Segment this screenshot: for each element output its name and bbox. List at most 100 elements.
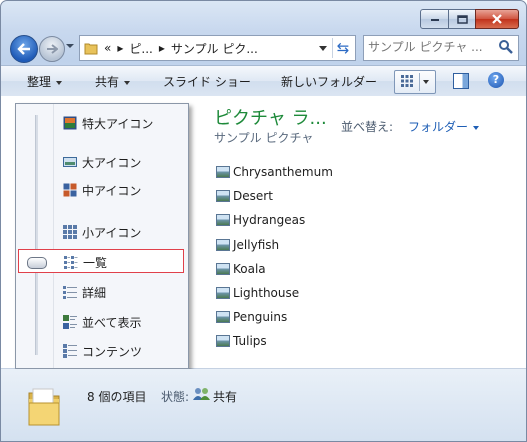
image-file-icon [216,166,230,179]
large-icons-icon [63,157,77,167]
view-grid-icon [401,75,413,87]
file-name: Koala [233,261,266,276]
breadcrumb-separator-icon[interactable]: ▸ [117,41,123,55]
close-icon [492,14,502,24]
image-file-icon [216,214,230,227]
file-list: Chrysanthemum Desert Hydrangeas Jellyfis… [216,160,333,354]
search-icon [499,40,513,54]
maximize-icon [456,14,468,24]
list-view-icon [64,256,78,269]
list-item[interactable]: Penguins [216,305,333,329]
menu-item-label: 詳細 [82,286,107,300]
list-item[interactable]: Desert [216,184,333,208]
extra-large-icons-icon [63,116,77,130]
search-box[interactable] [363,35,519,61]
details-pane: 8 個の項目 状態: 共有 [1,369,526,441]
chevron-down-icon [124,80,131,85]
slideshow-button[interactable]: スライド ショー [163,73,251,90]
preview-pane-button[interactable] [453,73,469,89]
view-slider-thumb[interactable] [27,257,47,269]
chevron-down-icon [473,125,480,130]
help-icon: ? [492,73,500,86]
list-item[interactable]: Koala [216,257,333,281]
maximize-button[interactable] [448,9,476,29]
menu-item-small-icons[interactable]: 小アイコン [16,220,188,244]
recent-pages-dropdown[interactable] [66,44,74,48]
folder-icon [84,43,98,55]
image-file-icon [216,190,230,203]
file-name: Desert [233,189,273,204]
new-folder-button[interactable]: 新しいフォルダー [281,73,377,90]
forward-button[interactable] [39,36,65,62]
arrange-by-label: 並べ替え: [341,120,394,134]
list-item[interactable]: Jellyfish [216,233,333,257]
menu-item-label: 並べて表示 [82,316,142,330]
image-file-icon [216,335,230,348]
chevron-down-icon[interactable] [423,80,429,84]
share-label: 共有 [95,75,120,89]
file-name: Chrysanthemum [233,165,333,180]
folder-icon [28,388,60,426]
menu-item-extra-large-icons[interactable]: 特大アイコン [16,111,188,135]
menu-item-tiles[interactable]: 並べて表示 [16,310,188,334]
back-arrow-icon [17,43,30,55]
view-menu: 特大アイコン 大アイコン 中アイコン 小アイコン 一覧 詳細 並べて表示 コンテ… [15,103,189,369]
breadcrumb-item[interactable]: ピ... [129,40,152,57]
list-item[interactable]: Tulips [216,329,333,353]
list-item[interactable]: Chrysanthemum [216,160,333,184]
share-menu[interactable]: 共有 [95,73,131,90]
image-file-icon [216,311,230,324]
address-history-dropdown[interactable] [319,46,327,51]
small-icons-icon [63,225,77,239]
arrange-by-dropdown[interactable]: フォルダー [408,118,480,135]
library-subtitle: サンプル ピクチャ [214,131,314,145]
organize-label: 整理 [27,75,52,89]
divider [419,73,420,91]
search-input[interactable] [364,36,500,58]
breadcrumb-separator-icon[interactable]: ▸ [159,41,165,55]
tiles-view-icon [63,315,77,329]
menu-item-label: 大アイコン [82,156,142,170]
file-name: Lighthouse [233,286,300,301]
file-name: Penguins [233,310,288,325]
menu-item-label: 一覧 [83,256,108,270]
file-name: Jellyfish [233,237,280,252]
details-view-icon [63,286,77,299]
arrange-by-value: フォルダー [408,120,469,134]
menu-item-medium-icons[interactable]: 中アイコン [16,178,188,202]
organize-menu[interactable]: 整理 [27,73,63,90]
breadcrumb-item[interactable]: サンプル ピク... [171,40,258,57]
content-view-icon [63,344,77,358]
list-item[interactable]: Lighthouse [216,281,333,305]
menu-item-label: 小アイコン [82,226,142,240]
file-name: Hydrangeas [233,213,306,228]
back-button[interactable] [10,35,38,63]
image-file-icon [216,238,230,251]
menu-item-label: 中アイコン [82,184,142,198]
help-button[interactable]: ? [488,72,504,88]
library-title: ピクチャ ラ... [214,108,327,129]
state-value: 共有 [213,390,238,404]
refresh-button[interactable]: ⇆ [332,38,353,58]
explorer-window: « ▸ ピ... ▸ サンプル ピク... ⇆ 整理 共有 スライド ショー 新… [0,0,527,442]
medium-icons-icon [63,183,77,197]
file-name: Tulips [233,334,267,349]
forward-arrow-icon [47,44,58,54]
minimize-button[interactable] [420,9,449,29]
minimize-icon [430,19,439,21]
menu-item-large-icons[interactable]: 大アイコン [16,150,188,174]
image-file-icon [216,287,230,300]
close-button[interactable] [475,9,519,29]
shared-users-icon [193,388,210,400]
menu-item-label: 特大アイコン [82,117,154,131]
change-view-button[interactable] [394,70,436,94]
menu-item-details[interactable]: 詳細 [16,280,188,304]
list-item[interactable]: Hydrangeas [216,208,333,232]
menu-item-content[interactable]: コンテンツ [16,339,188,363]
command-bar: 整理 共有 スライド ショー 新しいフォルダー ? [1,65,526,97]
breadcrumb-overflow[interactable]: « [104,41,111,55]
address-bar[interactable]: « ▸ ピ... ▸ サンプル ピク... ⇆ [79,35,356,61]
image-file-icon [216,262,230,275]
state-label: 状態: [161,390,190,404]
menu-item-list[interactable]: 一覧 [18,249,184,273]
